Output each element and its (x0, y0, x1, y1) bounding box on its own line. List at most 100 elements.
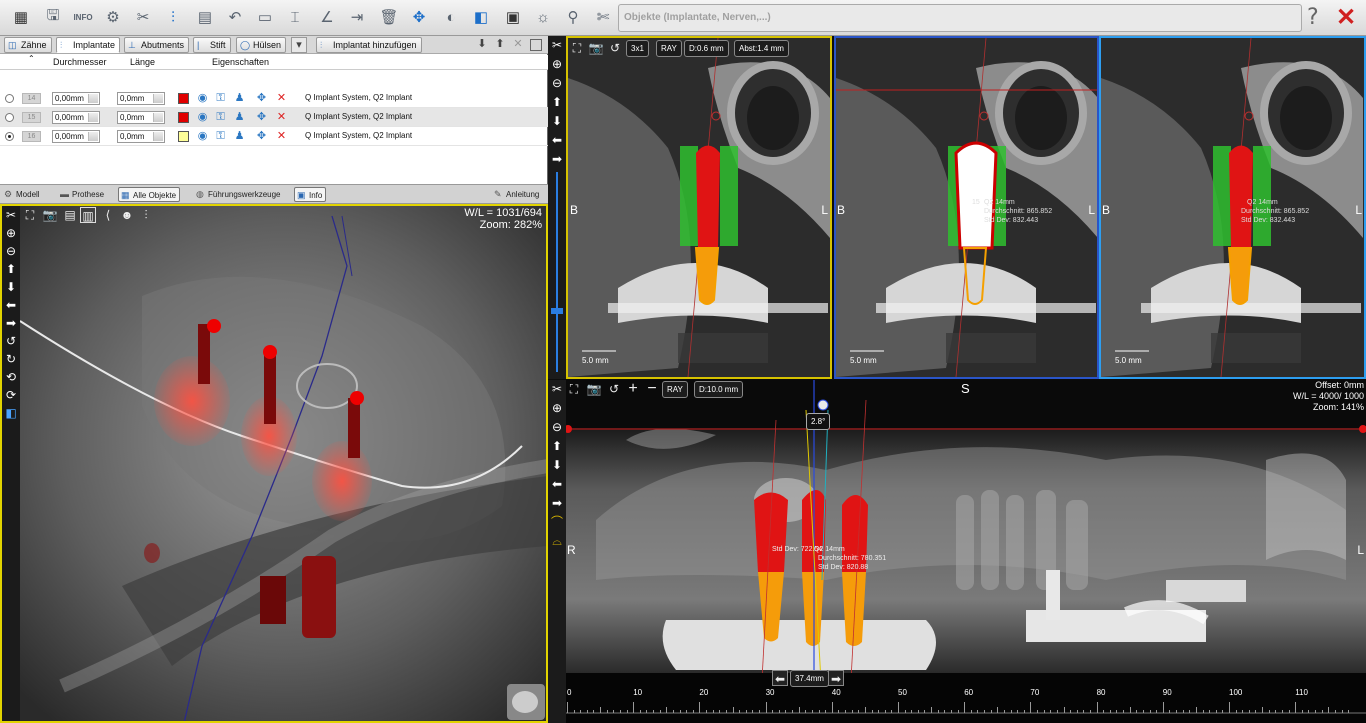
nav-fuehrungswerkzeuge[interactable]: ◍ Führungswerkzeuge (194, 187, 283, 202)
arrow-left-icon[interactable]: ⬅ (548, 131, 566, 149)
table-row[interactable]: 15 0,00mm 0,0mm ◉ ⚿ ♟ ✥ ✕ Q Implant System, Q2 I… (0, 108, 548, 127)
info-icon[interactable]: INFO (70, 4, 96, 30)
fullscreen-icon[interactable]: ⛶ (22, 207, 38, 223)
zoom-out-icon[interactable]: ⊖ (548, 74, 566, 92)
zoom-out-icon[interactable]: ⊖ (548, 418, 566, 436)
skull-icon[interactable]: ☻ (119, 207, 135, 223)
camera-icon[interactable]: 📷 (588, 40, 604, 56)
save-icon[interactable]: 🖫 (40, 4, 66, 30)
scanner-icon[interactable]: ▤ (62, 207, 78, 223)
tab-abutments[interactable]: ⊥ Abutments (124, 37, 190, 53)
row-select-radio[interactable] (5, 94, 14, 103)
diameter-field[interactable]: 0,00mm (52, 111, 100, 124)
tools-icon[interactable]: ✂ (130, 4, 156, 30)
lock-icon[interactable]: ⚿ (214, 130, 227, 143)
3d-mode-icon[interactable]: ◧ (2, 404, 20, 422)
measure-ruler-icon[interactable]: ▭ (252, 4, 278, 30)
panoramic-view[interactable]: ⛶ 📷 ↺ + − RAY D:10.0 mm Offset: 0mm W/L … (566, 380, 1366, 723)
camera-icon[interactable]: 📷 (586, 381, 602, 397)
maximize-icon[interactable] (530, 39, 542, 51)
roll-left-icon[interactable]: ⟲ (2, 368, 20, 386)
slice-slider-track[interactable] (556, 172, 558, 372)
arrow-right-icon[interactable]: ➡ (828, 670, 844, 686)
reset-icon[interactable]: ↺ (607, 40, 623, 56)
move-up-icon[interactable]: ⬆ (492, 37, 508, 53)
implant-icon[interactable]: ⫶ (160, 4, 186, 30)
zoom-out-icon[interactable]: ⊖ (2, 242, 20, 260)
layout-3x1-button[interactable]: 3x1 (626, 40, 649, 57)
3d-view-icon[interactable]: ◧ (468, 4, 494, 30)
fullscreen-icon[interactable]: ⛶ (566, 381, 582, 397)
diameter-field[interactable]: 0,00mm (52, 130, 100, 143)
ray-button[interactable]: RAY (662, 381, 688, 398)
arrow-up-icon[interactable]: ⬆ (2, 260, 20, 278)
undo-icon[interactable]: ↶ (222, 4, 248, 30)
arrow-down-icon[interactable]: ⬇ (548, 112, 566, 130)
image-settings-icon[interactable]: ☼ (530, 4, 556, 30)
annotation-icon[interactable]: ⌶ (282, 4, 308, 30)
nav-modell[interactable]: ⚙ Modell (2, 187, 43, 202)
fullscreen-icon[interactable]: ⛶ (569, 40, 585, 56)
search-person-icon[interactable]: ⚲ (560, 4, 586, 30)
delete-icon[interactable]: 🗑 (376, 4, 402, 30)
length-field[interactable]: 0,0mm (117, 92, 165, 105)
curve-icon[interactable]: ⟨ (100, 207, 116, 223)
tab-implantate[interactable]: ⫶ Implantate (56, 37, 121, 53)
delete-icon[interactable]: ✕ (275, 111, 288, 124)
length-field[interactable]: 0,0mm (117, 111, 165, 124)
reset-icon[interactable]: ↺ (606, 381, 622, 397)
tools-icon[interactable]: ✂ (548, 380, 566, 398)
col-eigenschaften[interactable]: Eigenschaften (212, 57, 269, 67)
minus-icon[interactable]: − (644, 381, 660, 397)
arrow-right-icon[interactable]: ➡ (2, 314, 20, 332)
row-select-radio[interactable] (5, 132, 14, 141)
delete-icon[interactable]: ✕ (275, 130, 288, 143)
angle-icon[interactable]: ∠ (314, 4, 340, 30)
ray-button[interactable]: RAY (656, 40, 682, 57)
arrow-left-icon[interactable]: ⬅ (548, 475, 566, 493)
lock-icon[interactable]: ⚿ (214, 92, 227, 105)
arrow-left-icon[interactable]: ⬅ (772, 670, 788, 686)
cut-icon[interactable]: ✄ (590, 4, 616, 30)
tab-huelsen[interactable]: ◯ Hülsen (236, 37, 287, 53)
rotate-cw-icon[interactable]: ↻ (2, 350, 20, 368)
nav-anleitung[interactable]: ✎ Anleitung (492, 187, 542, 202)
arrow-right-icon[interactable]: ➡ (548, 150, 566, 168)
length-field[interactable]: 0,0mm (117, 130, 165, 143)
settings-gear-icon[interactable]: ⚙ (100, 4, 126, 30)
add-implant-button[interactable]: ⫶ Implantat hinzufügen (316, 37, 422, 53)
abutment-icon[interactable]: ♟ (233, 92, 246, 105)
arrow-down-icon[interactable]: ⬇ (2, 278, 20, 296)
layout-icon[interactable]: ▦ (8, 4, 34, 30)
tab-stift[interactable]: | Stift (193, 37, 231, 53)
export-icon[interactable]: ⇥ (344, 4, 370, 30)
lock-icon[interactable]: ⚿ (214, 111, 227, 124)
arch-edit-icon[interactable]: ⌓ (548, 532, 566, 550)
cross-section-view-1[interactable]: ⛶ 📷 ↺ 3x1 RAY D:0.6 mm Abst:1.4 mm B L 5… (566, 36, 832, 379)
nav-info[interactable]: ▣ Info (294, 187, 327, 202)
abutment-icon[interactable]: ♟ (233, 111, 246, 124)
table-row[interactable]: 14 0,00mm 0,0mm ◉ ⚿ ♟ ✥ ✕ Q Implant System, Q2 I… (0, 89, 548, 108)
arch-curve-icon[interactable]: ⌒ (548, 513, 566, 531)
visibility-icon[interactable]: ◉ (196, 130, 209, 143)
slice-icon[interactable]: ▥ (80, 207, 96, 223)
tab-zaehne[interactable]: ◫ Zähne (4, 37, 52, 53)
arrow-up-icon[interactable]: ⬆ (548, 93, 566, 111)
thickness-button[interactable]: D:0.6 mm (684, 40, 729, 57)
zoom-in-icon[interactable]: ⊕ (2, 224, 20, 242)
cross-section-view-2[interactable]: B L 5.0 mm 15 Q2 14mm Durchschnitt: 865.… (834, 36, 1099, 379)
tools-icon[interactable]: ✂ (2, 206, 20, 224)
col-durchmesser[interactable]: Durchmesser (53, 57, 107, 67)
plus-icon[interactable]: + (625, 381, 641, 397)
nav-prothese[interactable]: ▬ Prothese (58, 187, 107, 202)
table-row[interactable]: 16 0,00mm 0,0mm ◉ ⚿ ♟ ✥ ✕ Q Implant System, Q2 I… (0, 127, 548, 146)
delete-icon[interactable]: ✕ (275, 92, 288, 105)
implant-color-swatch[interactable] (178, 112, 189, 123)
slice-slider-handle[interactable] (551, 308, 563, 314)
axis-icon[interactable]: ✥ (255, 92, 268, 105)
camera-icon[interactable]: 📷 (42, 207, 58, 223)
distance-button[interactable]: Abst:1.4 mm (734, 40, 789, 57)
abutment-icon[interactable]: ♟ (233, 130, 246, 143)
arrow-up-icon[interactable]: ⬆ (548, 437, 566, 455)
cross-section-view-3[interactable]: B L 5.0 mm Q2 14mm Durchschnitt: 865.852… (1099, 36, 1366, 379)
